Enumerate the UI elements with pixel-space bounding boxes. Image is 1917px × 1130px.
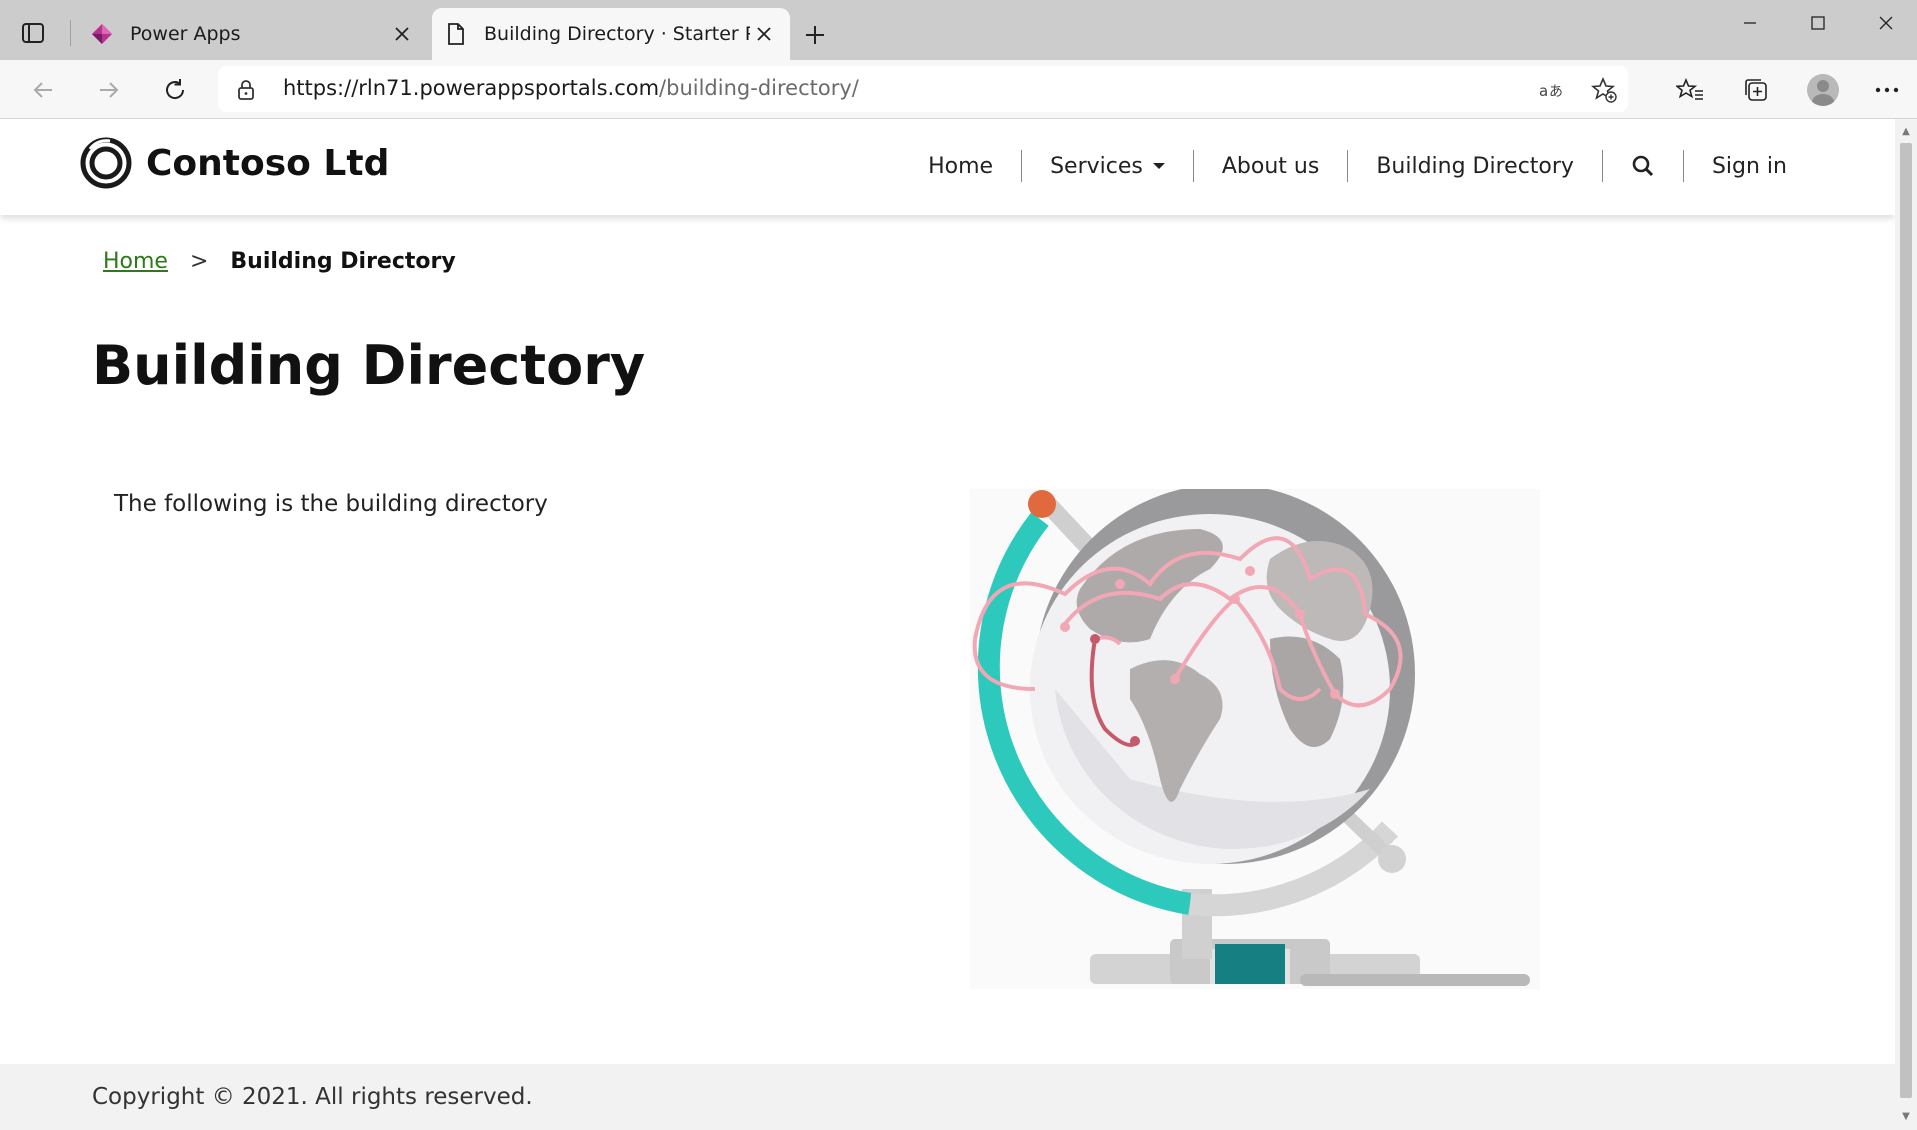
browser-tabstrip: Power Apps Building Directory · Starter … (0, 0, 1917, 60)
main-nav: Home Services About us Building Director… (900, 147, 1815, 185)
refresh-icon[interactable] (158, 73, 192, 107)
favorites-icon[interactable] (1673, 73, 1707, 107)
forward-icon[interactable] (92, 73, 126, 107)
scroll-down-icon[interactable]: ▼ (1900, 1110, 1912, 1122)
nav-building-directory[interactable]: Building Directory (1348, 154, 1602, 179)
add-favorite-icon[interactable] (1590, 76, 1618, 104)
page-viewport: Contoso Ltd Home Services About us Build… (0, 119, 1895, 1130)
page-icon (444, 22, 468, 46)
contoso-logo-icon (80, 137, 132, 189)
breadcrumb-home-link[interactable]: Home (103, 249, 168, 274)
svg-text:a: a (1539, 82, 1548, 100)
breadcrumb-current: Building Directory (230, 249, 456, 274)
page-title: Building Directory (92, 334, 646, 397)
collections-icon[interactable] (1739, 73, 1773, 107)
maximize-icon[interactable] (1793, 8, 1843, 38)
translate-icon[interactable]: aあ (1538, 76, 1566, 104)
url-path: /building-directory/ (659, 76, 859, 100)
browser-toolbar: https://rln71.powerappsportals.com/build… (0, 60, 1917, 119)
url-host: https://rln71.powerappsportals.com (283, 76, 660, 100)
svg-text:あ: あ (1549, 84, 1563, 100)
tab-building-directory[interactable]: Building Directory · Starter Portal (432, 8, 790, 60)
more-options-icon[interactable] (1870, 73, 1904, 107)
avatar (1807, 74, 1839, 106)
tab-title: Building Directory · Starter Portal (484, 23, 750, 45)
tab-actions-icon[interactable] (18, 18, 48, 48)
scrollbar-thumb[interactable] (1900, 143, 1912, 1098)
nav-about[interactable]: About us (1194, 154, 1347, 179)
search-icon[interactable] (1603, 154, 1683, 178)
tab-separator (70, 20, 71, 46)
chevron-down-icon (1152, 163, 1165, 169)
address-bar[interactable]: https://rln71.powerappsportals.com/build… (218, 66, 1628, 112)
power-apps-icon (90, 22, 114, 46)
close-tab-icon[interactable] (388, 20, 416, 48)
tab-title: Power Apps (130, 23, 241, 45)
site-header: Contoso Ltd Home Services About us Build… (0, 119, 1895, 215)
nav-sign-in[interactable]: Sign in (1684, 154, 1815, 179)
profile-avatar[interactable] (1806, 73, 1840, 107)
back-icon[interactable] (26, 73, 60, 107)
nav-services-label: Services (1050, 153, 1143, 179)
intro-text: The following is the building directory (114, 491, 548, 517)
copyright-text: Copyright © 2021. All rights reserved. (92, 1084, 533, 1110)
page-scrollbar[interactable]: ▲ ▼ (1895, 119, 1917, 1130)
breadcrumb-separator: > (189, 249, 209, 274)
brand[interactable]: Contoso Ltd (80, 137, 389, 189)
breadcrumb: Home > Building Directory (103, 249, 456, 274)
lock-icon[interactable] (236, 79, 256, 105)
brand-name: Contoso Ltd (146, 142, 390, 184)
nav-home[interactable]: Home (900, 154, 1021, 179)
nav-services[interactable]: Services (1022, 154, 1193, 179)
close-tab-icon[interactable] (750, 20, 778, 48)
new-tab-icon[interactable] (800, 20, 830, 50)
scroll-up-icon[interactable]: ▲ (1900, 125, 1912, 137)
tab-power-apps[interactable]: Power Apps (78, 8, 428, 60)
url-text[interactable]: https://rln71.powerappsportals.com/build… (283, 76, 859, 100)
site-footer: Copyright © 2021. All rights reserved. (0, 1064, 1895, 1130)
globe-illustration (970, 489, 1540, 989)
minimize-icon[interactable] (1725, 8, 1775, 38)
window-close-icon[interactable] (1861, 8, 1911, 38)
